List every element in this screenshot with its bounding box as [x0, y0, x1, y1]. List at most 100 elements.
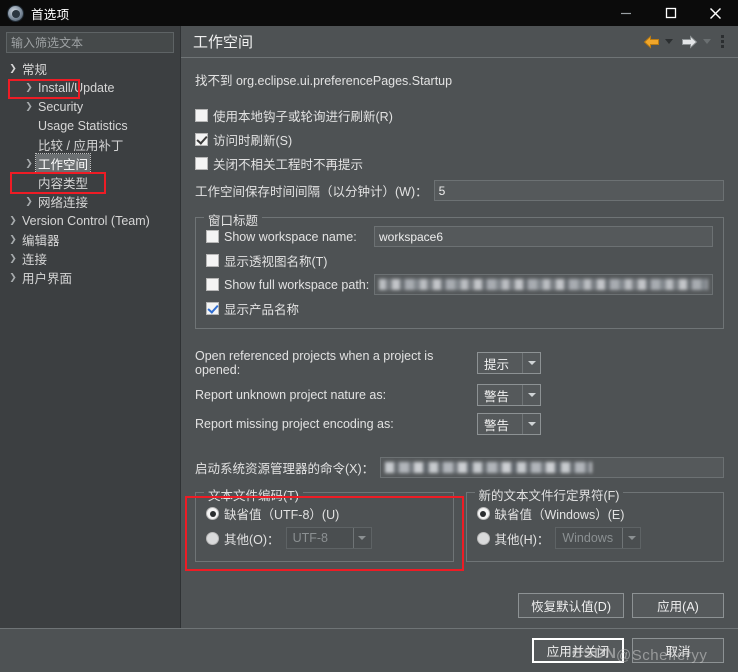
save-interval-row: 工作空间保存时间间隔（以分钟计）(W)： 5	[195, 180, 724, 201]
delimiter-other-select[interactable]: Windows	[555, 527, 642, 549]
close-button[interactable]	[693, 0, 738, 26]
chevron-right-icon[interactable]: ❯	[22, 82, 36, 93]
show-full-path-row[interactable]: Show full workspace path:	[206, 274, 713, 295]
back-button[interactable]	[641, 34, 662, 49]
show-product-name-label: 显示产品名称	[224, 303, 300, 317]
preference-page: 工作空间 找不到 org.eclipse.ui.preferencePages.…	[180, 26, 738, 628]
sidebar-item-security[interactable]: ❯ Security	[0, 97, 180, 116]
sidebar-item-label: Security	[38, 99, 84, 114]
save-interval-label: 工作空间保存时间间隔（以分钟计）(W)：	[195, 185, 428, 199]
encoding-other-select[interactable]: UTF-8	[285, 527, 372, 549]
chevron-down-icon[interactable]	[522, 385, 540, 405]
forward-button[interactable]	[679, 34, 700, 49]
chevron-right-icon[interactable]: ❯	[6, 272, 20, 283]
preferences-tree: ❯ 常规 ❯ Install/Update ❯ Security Usage S…	[0, 57, 180, 287]
encoding-other-radio-row[interactable]: 其他(O)： UTF-8	[206, 527, 443, 549]
checkbox-checked-icon[interactable]	[195, 133, 208, 146]
radio-selected-icon[interactable]	[206, 507, 219, 520]
select-value: 警告	[484, 389, 510, 404]
sidebar-item-label: 网络连接	[38, 196, 89, 210]
checkbox-checked-icon[interactable]	[206, 302, 219, 315]
open-referenced-projects-row: Open referenced projects when a project …	[195, 349, 724, 377]
sidebar-item-network-connections[interactable]: ❯ 网络连接	[0, 192, 180, 211]
checkbox-icon[interactable]	[206, 230, 219, 243]
eclipse-preferences-icon	[7, 4, 24, 22]
encoding-default-radio-row[interactable]: 缺省值（UTF-8）(U)	[206, 503, 443, 524]
radio-unselected-icon[interactable]	[476, 531, 490, 545]
explorer-command-input[interactable]	[380, 457, 724, 478]
page-content: 找不到 org.eclipse.ui.preferencePages.Start…	[181, 58, 738, 628]
sidebar-item-compare-patch[interactable]: 比较 / 应用补丁	[0, 135, 180, 154]
back-arrow-icon	[643, 34, 659, 49]
delimiter-default-radio-row[interactable]: 缺省值（Windows）(E)	[476, 503, 714, 524]
page-title: 工作空间	[193, 34, 254, 51]
forward-dropdown-caret-icon	[703, 39, 711, 44]
checkbox-row-close-unrelated[interactable]: 关闭不相关工程时不再提示	[195, 153, 724, 174]
cancel-button[interactable]: 取消	[632, 638, 724, 663]
chevron-down-icon[interactable]	[352, 528, 371, 548]
sidebar-item-connection[interactable]: ❯ 连接	[0, 249, 180, 268]
sidebar-item-general[interactable]: ❯ 常规	[0, 59, 180, 78]
sidebar-item-label: Install/Update	[38, 80, 115, 95]
report-missing-encoding-row: Report missing project encoding as: 警告	[195, 413, 724, 435]
title-bar: 首选项	[0, 0, 738, 26]
redacted-command-value	[385, 462, 593, 473]
sidebar-item-editor[interactable]: ❯ 编辑器	[0, 230, 180, 249]
kebab-menu-icon[interactable]	[717, 35, 730, 48]
checkbox-icon[interactable]	[206, 278, 219, 291]
explorer-command-label: 启动系统资源管理器的命令(X)：	[195, 462, 375, 476]
delimiter-other-label: 其他(H)：	[494, 532, 550, 547]
sidebar-item-user-interface[interactable]: ❯ 用户界面	[0, 268, 180, 287]
report-unknown-nature-select[interactable]: 警告	[477, 384, 541, 406]
sidebar-item-version-control[interactable]: ❯ Version Control (Team)	[0, 211, 180, 230]
apply-button[interactable]: 应用(A)	[632, 593, 724, 618]
chevron-right-icon[interactable]: ❯	[22, 158, 36, 169]
chevron-right-icon[interactable]: ❯	[6, 234, 20, 245]
sidebar-item-workspace[interactable]: ❯ 工作空间	[0, 153, 180, 174]
chevron-down-icon[interactable]	[522, 414, 540, 434]
maximize-button[interactable]	[648, 0, 693, 26]
show-perspective-name-row[interactable]: 显示透视图名称(T)	[206, 250, 713, 271]
apply-and-close-button[interactable]: 应用并关闭	[532, 638, 624, 663]
sidebar-item-label: 用户界面	[22, 272, 73, 286]
dialog-footer: 应用并关闭 取消	[0, 628, 738, 672]
delimiter-other-radio-row[interactable]: 其他(H)： Windows	[476, 527, 714, 549]
checkbox-label: 使用本地钩子或轮询进行刷新(R)	[213, 110, 393, 124]
full-workspace-path-input[interactable]	[374, 274, 713, 295]
checkbox-label: 访问时刷新(S)	[213, 134, 293, 148]
show-workspace-name-row[interactable]: Show workspace name: workspace6	[206, 226, 713, 247]
dialog-body: ❯ 常规 ❯ Install/Update ❯ Security Usage S…	[0, 26, 738, 628]
show-product-name-row[interactable]: 显示产品名称	[206, 298, 713, 319]
sidebar-item-content-types[interactable]: 内容类型	[0, 173, 180, 192]
radio-unselected-icon[interactable]	[206, 531, 219, 545]
chevron-down-icon[interactable]	[622, 528, 640, 548]
checkbox-row-local-hooks[interactable]: 使用本地钩子或轮询进行刷新(R)	[195, 105, 724, 126]
sidebar-item-label: Version Control (Team)	[22, 213, 150, 228]
open-referenced-projects-select[interactable]: 提示	[477, 352, 541, 374]
checkbox-row-refresh-on-access[interactable]: 访问时刷新(S)	[195, 129, 724, 150]
show-workspace-name-label: Show workspace name:	[224, 229, 357, 244]
restore-defaults-button[interactable]: 恢复默认值(D)	[518, 593, 624, 618]
explorer-command-row: 启动系统资源管理器的命令(X)：	[195, 457, 724, 478]
chevron-right-icon[interactable]: ❯	[22, 196, 36, 207]
minimize-button[interactable]	[603, 0, 648, 26]
not-found-message: 找不到 org.eclipse.ui.preferencePages.Start…	[195, 74, 453, 88]
chevron-right-icon[interactable]: ❯	[6, 215, 20, 226]
sidebar-item-install-update[interactable]: ❯ Install/Update	[0, 78, 180, 97]
chevron-right-icon[interactable]: ❯	[22, 101, 36, 112]
report-missing-encoding-select[interactable]: 警告	[477, 413, 541, 435]
save-interval-input[interactable]: 5	[433, 180, 724, 201]
chevron-down-icon[interactable]	[522, 353, 540, 373]
chevron-right-icon[interactable]: ❯	[6, 253, 20, 264]
chevron-down-icon[interactable]: ❯	[6, 63, 20, 74]
search-input[interactable]	[6, 32, 174, 53]
preferences-dialog: 首选项 ❯ 常规 ❯ Install/Update	[0, 0, 738, 672]
checkbox-icon[interactable]	[195, 157, 208, 170]
workspace-name-input[interactable]: workspace6	[374, 226, 713, 247]
checkbox-icon[interactable]	[195, 109, 208, 122]
line-delimiter-group-label: 新的文本文件行定界符(F)	[474, 485, 624, 504]
sidebar-item-usage-statistics[interactable]: Usage Statistics	[0, 116, 180, 135]
checkbox-icon[interactable]	[206, 254, 219, 267]
radio-selected-icon[interactable]	[476, 507, 490, 520]
back-dropdown-caret-icon[interactable]	[665, 39, 673, 44]
